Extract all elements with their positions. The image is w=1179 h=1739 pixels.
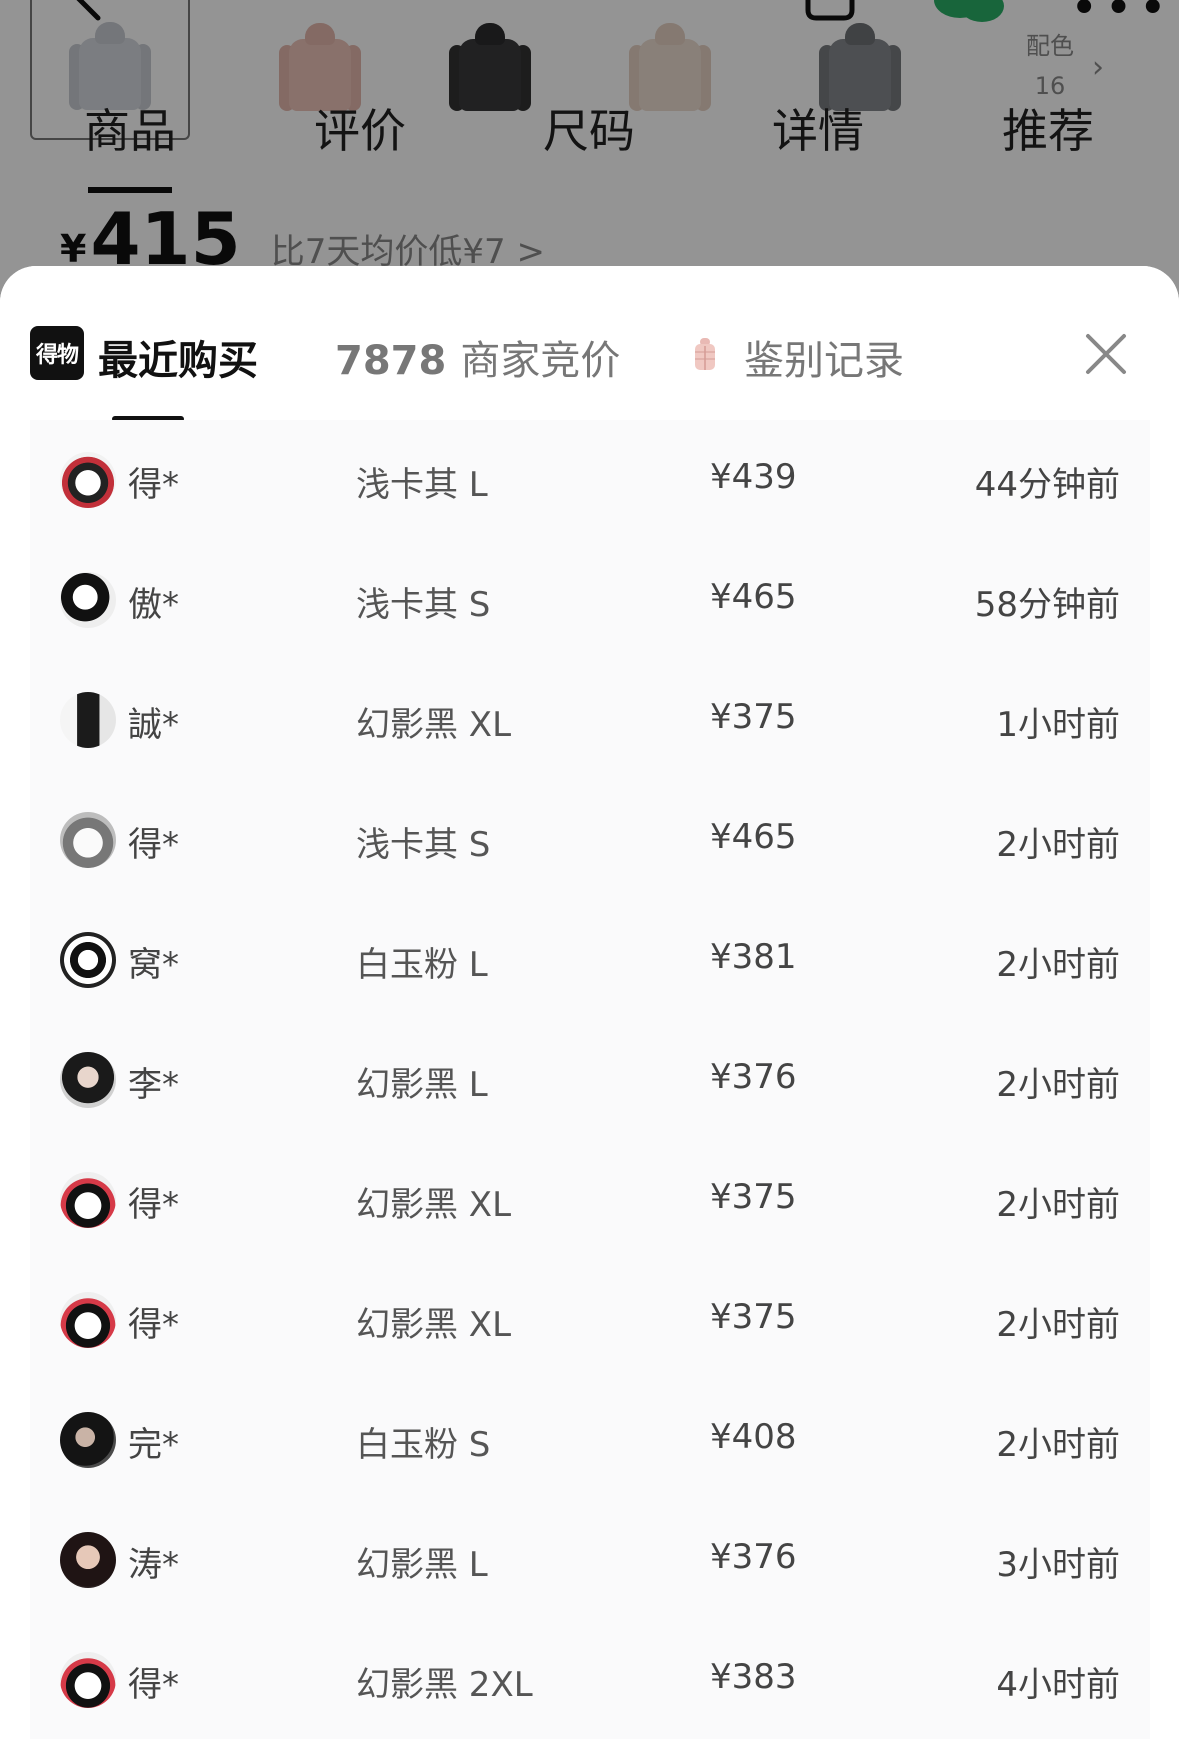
- avatar: [60, 572, 116, 628]
- purchase-time: 2小时前: [996, 825, 1120, 865]
- avatar: [60, 812, 116, 868]
- item-price: ¥439: [710, 457, 797, 497]
- item-spec: 幻影黑 L: [356, 1545, 488, 1585]
- buyer-name: 得*: [128, 1185, 179, 1225]
- buyer-name: 得*: [128, 825, 179, 865]
- buyer-name: 得*: [128, 1665, 179, 1705]
- tab-recent-purchases[interactable]: 最近购买: [98, 328, 258, 386]
- list-item: 李* 幻影黑 L ¥376 2小时前: [30, 1020, 1150, 1140]
- app-logo: 得物: [30, 326, 84, 380]
- item-price: ¥376: [710, 1057, 797, 1097]
- list-item: 得* 浅卡其 L ¥439 44分钟前: [30, 420, 1150, 540]
- purchase-time: 3小时前: [996, 1545, 1120, 1585]
- avatar: [60, 932, 116, 988]
- purchase-time: 1小时前: [996, 705, 1120, 745]
- item-spec: 浅卡其 S: [356, 825, 491, 865]
- item-spec: 浅卡其 L: [356, 465, 488, 505]
- purchase-records-sheet: 得物 最近购买 7878 商家竞价 鉴别记录 得* 浅卡其 L ¥439 44分钟…: [0, 266, 1179, 1739]
- purchase-records-list[interactable]: 得* 浅卡其 L ¥439 44分钟前 傲* 浅卡其 S ¥465 58分钟前 …: [30, 420, 1150, 1739]
- item-price: ¥375: [710, 1177, 797, 1217]
- list-item: 傲* 浅卡其 S ¥465 58分钟前: [30, 540, 1150, 660]
- item-price: ¥465: [710, 817, 797, 857]
- purchase-time: 58分钟前: [974, 585, 1120, 625]
- list-item: 涛* 幻影黑 L ¥376 3小时前: [30, 1500, 1150, 1620]
- item-price: ¥375: [710, 1297, 797, 1337]
- buyer-name: 涛*: [128, 1545, 179, 1585]
- item-price: ¥381: [710, 937, 797, 977]
- list-item: 得* 幻影黑 XL ¥375 2小时前: [30, 1260, 1150, 1380]
- item-spec: 幻影黑 XL: [356, 705, 512, 745]
- bids-count: 7878: [335, 338, 447, 384]
- purchase-time: 2小时前: [996, 1425, 1120, 1465]
- avatar: [60, 1652, 116, 1708]
- buyer-name: 得*: [128, 465, 179, 505]
- item-price: ¥383: [710, 1657, 797, 1697]
- item-spec: 白玉粉 S: [356, 1425, 491, 1465]
- avatar: [60, 1292, 116, 1348]
- item-price: ¥465: [710, 577, 797, 617]
- avatar: [60, 1412, 116, 1468]
- modal-dim-overlay[interactable]: [0, 0, 1179, 300]
- purchase-time: 2小时前: [996, 945, 1120, 985]
- avatar: [60, 1532, 116, 1588]
- purchase-time: 2小时前: [996, 1305, 1120, 1345]
- list-item: 得* 幻影黑 2XL ¥383 4小时前: [30, 1620, 1150, 1739]
- list-item: 得* 幻影黑 XL ¥375 2小时前: [30, 1140, 1150, 1260]
- tab-merchant-bids[interactable]: 7878 商家竞价: [335, 328, 620, 386]
- list-item: 得* 浅卡其 S ¥465 2小时前: [30, 780, 1150, 900]
- list-item: 窝* 白玉粉 L ¥381 2小时前: [30, 900, 1150, 1020]
- sheet-header: 得物 最近购买 7878 商家竞价 鉴别记录: [0, 266, 1179, 422]
- item-spec: 幻影黑 L: [356, 1065, 488, 1105]
- purchase-time: 4小时前: [996, 1665, 1120, 1705]
- item-spec: 幻影黑 2XL: [356, 1665, 533, 1705]
- item-spec: 白玉粉 L: [356, 945, 488, 985]
- avatar: [60, 452, 116, 508]
- list-item: 誠* 幻影黑 XL ¥375 1小时前: [30, 660, 1150, 780]
- bids-label: 商家竞价: [460, 338, 621, 384]
- purchase-time: 2小时前: [996, 1185, 1120, 1225]
- jacket-icon: [695, 338, 715, 370]
- buyer-name: 窝*: [128, 945, 179, 985]
- item-spec: 幻影黑 XL: [356, 1305, 512, 1345]
- buyer-name: 得*: [128, 1305, 179, 1345]
- avatar: [60, 1052, 116, 1108]
- buyer-name: 傲*: [128, 585, 179, 625]
- close-icon[interactable]: [1084, 332, 1128, 376]
- purchase-time: 2小时前: [996, 1065, 1120, 1105]
- item-price: ¥408: [710, 1417, 797, 1457]
- item-price: ¥376: [710, 1537, 797, 1577]
- tab-authentication-records[interactable]: 鉴别记录: [744, 328, 904, 386]
- item-spec: 浅卡其 S: [356, 585, 491, 625]
- buyer-name: 李*: [128, 1065, 179, 1105]
- item-price: ¥375: [710, 697, 797, 737]
- item-spec: 幻影黑 XL: [356, 1185, 512, 1225]
- purchase-time: 44分钟前: [974, 465, 1120, 505]
- buyer-name: 誠*: [128, 705, 179, 745]
- list-item: 完* 白玉粉 S ¥408 2小时前: [30, 1380, 1150, 1500]
- avatar: [60, 692, 116, 748]
- buyer-name: 完*: [128, 1425, 179, 1465]
- avatar: [60, 1172, 116, 1228]
